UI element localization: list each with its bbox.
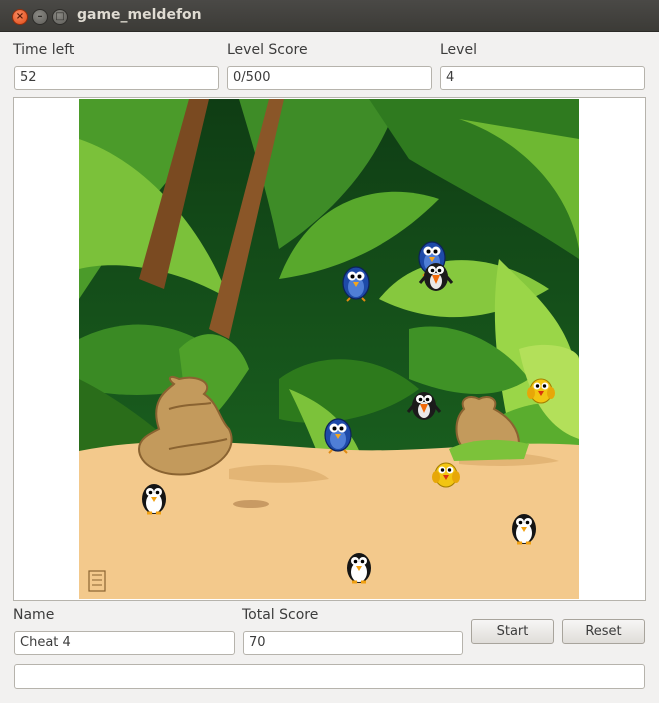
minimize-window-button[interactable]: –	[32, 9, 48, 25]
reset-button[interactable]: Reset	[562, 619, 645, 644]
window-title: game_meldefon	[77, 7, 202, 23]
game-board[interactable]	[79, 99, 579, 599]
title-bar: × – □ game_meldefon	[0, 0, 659, 32]
total-score-label: Total Score	[242, 607, 319, 623]
name-label: Name	[13, 607, 55, 623]
ground-shadow	[233, 500, 269, 508]
start-button[interactable]: Start	[471, 619, 554, 644]
penguin[interactable]	[510, 512, 538, 546]
level-score-field[interactable]: 0/500	[227, 66, 432, 90]
name-field[interactable]: Cheat 4	[14, 631, 235, 655]
time-left-field[interactable]: 52	[14, 66, 219, 90]
time-left-label: Time left	[13, 42, 75, 58]
penguin[interactable]	[345, 551, 373, 585]
penguin[interactable]	[140, 482, 168, 516]
status-field[interactable]	[14, 664, 645, 689]
level-score-label: Level Score	[227, 42, 308, 58]
level-label: Level	[440, 42, 477, 58]
level-field[interactable]: 4	[440, 66, 645, 90]
total-score-field[interactable]: 70	[243, 631, 463, 655]
close-window-button[interactable]: ×	[12, 9, 28, 25]
maximize-window-button[interactable]: □	[52, 9, 68, 25]
